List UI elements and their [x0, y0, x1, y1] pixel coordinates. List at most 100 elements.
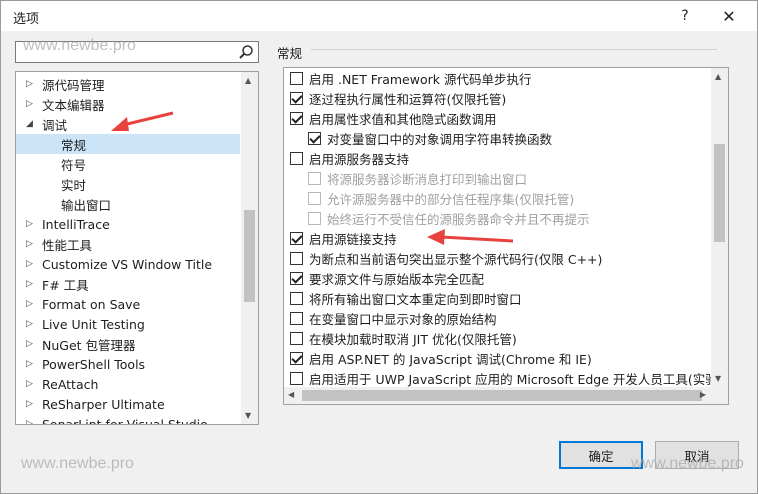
option-label: 启用源服务器支持 — [309, 151, 410, 167]
tree-item[interactable]: 常规 — [16, 134, 240, 154]
tree-item-label: 符号 — [61, 157, 87, 173]
collapsed-arrow-icon[interactable]: ▷ — [26, 374, 36, 394]
scroll-down-icon[interactable]: ▼ — [715, 374, 721, 383]
collapsed-arrow-icon[interactable]: ▷ — [26, 274, 36, 294]
checkbox-checked[interactable] — [290, 231, 303, 245]
tree-item[interactable]: 实时 — [16, 174, 240, 194]
expanded-arrow-icon[interactable]: ◢ — [26, 114, 36, 134]
tree-item[interactable]: ▷ Live Unit Testing — [16, 314, 240, 334]
tree-item-label: 输出窗口 — [61, 197, 112, 213]
checkbox-checked[interactable] — [290, 351, 303, 365]
option-row: 始终运行不受信任的源服务器命令并且不再提示 — [308, 208, 590, 228]
tree-item[interactable]: 符号 — [16, 154, 240, 174]
tree-item-label: F# 工具 — [42, 277, 89, 293]
collapsed-arrow-icon[interactable]: ▷ — [26, 214, 36, 234]
option-row[interactable]: 为断点和当前语句突出显示整个源代码行(仅限 C++) — [290, 248, 602, 268]
checkbox-checked[interactable] — [308, 131, 321, 145]
checkbox-unchecked[interactable] — [290, 251, 303, 265]
help-button[interactable]: ? — [663, 1, 707, 31]
scroll-up-icon[interactable]: ▲ — [245, 76, 251, 85]
tree-item[interactable]: ▷ ReAttach — [16, 374, 240, 394]
option-row[interactable]: 启用源链接支持 — [290, 228, 397, 248]
checkbox-checked[interactable] — [290, 111, 303, 125]
option-label: 启用 ASP.NET 的 JavaScript 调试(Chrome 和 IE) — [309, 351, 592, 367]
collapsed-arrow-icon[interactable]: ▷ — [26, 314, 36, 334]
section-title: 常规 — [277, 46, 303, 61]
search-icon[interactable] — [238, 44, 254, 60]
tree-item-label: 实时 — [61, 177, 87, 193]
option-row[interactable]: 启用 ASP.NET 的 JavaScript 调试(Chrome 和 IE) — [290, 348, 592, 368]
checkbox-unchecked[interactable] — [290, 71, 303, 85]
checkbox-unchecked — [308, 211, 321, 225]
option-row[interactable]: 逐过程执行属性和运算符(仅限托管) — [290, 88, 506, 108]
tree-item-label: 文本编辑器 — [42, 97, 105, 113]
option-label: 启用 .NET Framework 源代码单步执行 — [309, 71, 532, 87]
section-divider — [311, 49, 717, 50]
tree-item[interactable]: ▷ PowerShell Tools — [16, 354, 240, 374]
collapsed-arrow-icon[interactable]: ▷ — [26, 334, 36, 354]
option-row[interactable]: 在变量窗口中显示对象的原始结构 — [290, 308, 497, 328]
option-row[interactable]: 启用源服务器支持 — [290, 148, 409, 168]
option-label: 启用适用于 UWP JavaScript 应用的 Microsoft Edge … — [309, 371, 729, 387]
tree-item[interactable]: ▷ 性能工具 — [16, 234, 240, 254]
option-row[interactable]: 在模块加载时取消 JIT 优化(仅限托管) — [290, 328, 517, 348]
option-row[interactable]: 将所有输出窗口文本重定向到即时窗口 — [290, 288, 522, 308]
scroll-thumb[interactable] — [244, 210, 255, 302]
option-row[interactable]: 要求源文件与原始版本完全匹配 — [290, 268, 484, 288]
option-row[interactable]: 启用属性求值和其他隐式函数调用 — [290, 108, 497, 128]
tree-item[interactable]: ▷ Customize VS Window Title — [16, 254, 240, 274]
scroll-right-icon[interactable]: ▶ — [700, 390, 706, 399]
collapsed-arrow-icon[interactable]: ▷ — [26, 294, 36, 314]
options-dialog: 选项 ? ✕ ▷ SonarLint for Visual Studio ▷ ReSh… — [0, 0, 758, 494]
collapsed-arrow-icon[interactable]: ▷ — [26, 254, 36, 274]
dialog-title: 选项 — [13, 12, 40, 27]
collapsed-arrow-icon[interactable]: ▷ — [26, 414, 36, 424]
tree-item-label: ReSharper Ultimate — [42, 396, 165, 412]
tree-item[interactable]: ▷ ReSharper Ultimate — [16, 394, 240, 414]
collapsed-arrow-icon[interactable]: ▷ — [26, 234, 36, 254]
tree-item[interactable]: ▷ 源代码管理 — [16, 74, 240, 94]
option-row[interactable]: 启用 .NET Framework 源代码单步执行 — [290, 68, 531, 88]
scroll-up-icon[interactable]: ▲ — [715, 72, 721, 81]
tree-item[interactable]: ▷ SonarLint for Visual Studio — [16, 414, 240, 425]
checkbox-unchecked[interactable] — [290, 311, 303, 325]
annotation-arrow-right — [427, 229, 514, 245]
scroll-left-icon[interactable]: ◀ — [288, 390, 294, 399]
tree-item-label: 调试 — [42, 117, 68, 133]
tree-item-label: SonarLint for Visual Studio — [42, 416, 208, 425]
option-row[interactable]: 启用适用于 UWP JavaScript 应用的 Microsoft Edge … — [290, 368, 729, 388]
option-row[interactable]: 对变量窗口中的对象调用字符串转换函数 — [308, 128, 552, 148]
tree-item[interactable]: 输出窗口 — [16, 194, 240, 214]
option-row: 将源服务器诊断消息打印到输出窗口 — [308, 168, 527, 188]
scroll-down-icon[interactable]: ▼ — [245, 411, 251, 420]
title-bar: 选项 ? ✕ — [1, 1, 757, 31]
collapsed-arrow-icon[interactable]: ▷ — [26, 94, 36, 114]
checkbox-unchecked[interactable] — [290, 331, 303, 345]
collapsed-arrow-icon[interactable]: ▷ — [26, 394, 36, 414]
tree-item[interactable]: ▷ NuGet 包管理器 — [16, 334, 240, 354]
tree-item-label: 常规 — [61, 137, 87, 153]
collapsed-arrow-icon[interactable]: ▷ — [26, 354, 36, 374]
option-label: 对变量窗口中的对象调用字符串转换函数 — [327, 131, 553, 147]
option-label: 允许源服务器中的部分信任程序集(仅限托管) — [327, 191, 575, 207]
tree-item-label: 性能工具 — [42, 237, 93, 253]
close-button[interactable]: ✕ — [707, 1, 751, 31]
tree-vertical-scrollbar[interactable]: ▲ ▼ — [241, 72, 258, 424]
watermark-bottom-right: www.newbe.pro — [631, 455, 744, 472]
tree-item[interactable]: ▷ Format on Save — [16, 294, 240, 314]
options-horizontal-scrollbar[interactable]: ◀ ▶ — [284, 387, 728, 404]
option-label: 逐过程执行属性和运算符(仅限托管) — [309, 91, 507, 107]
checkbox-unchecked[interactable] — [290, 371, 303, 385]
tree-item[interactable]: ▷ F# 工具 — [16, 274, 240, 294]
checkbox-checked[interactable] — [290, 271, 303, 285]
annotation-arrow-left — [111, 111, 174, 131]
checkbox-unchecked — [308, 171, 321, 185]
scroll-thumb[interactable] — [302, 390, 702, 401]
options-vertical-scrollbar[interactable]: ▲ ▼ — [711, 68, 728, 387]
collapsed-arrow-icon[interactable]: ▷ — [26, 74, 36, 94]
tree-item[interactable]: ▷ IntelliTrace — [16, 214, 240, 234]
checkbox-checked[interactable] — [290, 91, 303, 105]
scroll-thumb[interactable] — [714, 144, 725, 242]
checkbox-unchecked[interactable] — [290, 291, 303, 305]
checkbox-unchecked[interactable] — [290, 151, 303, 165]
